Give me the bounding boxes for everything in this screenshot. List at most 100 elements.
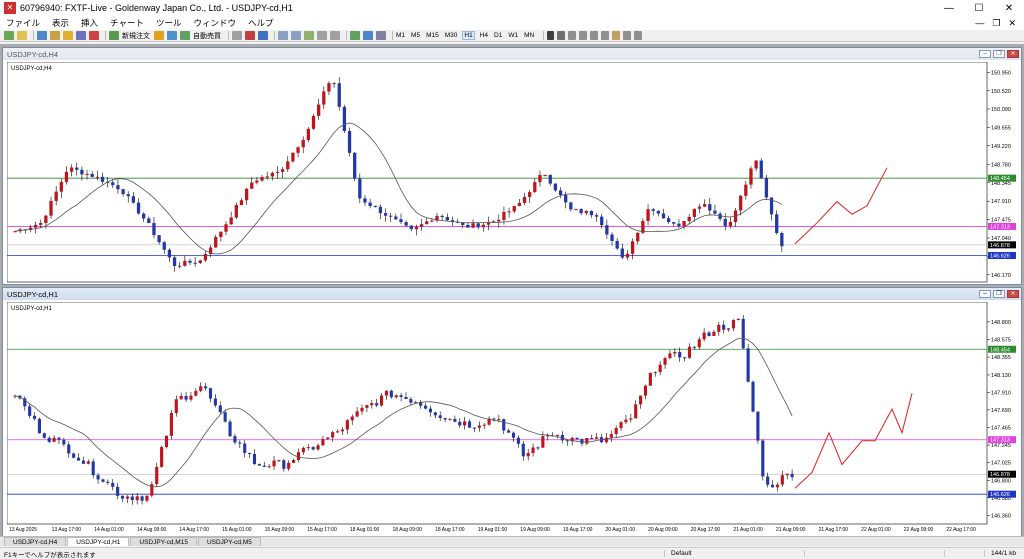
- vertical-line-icon[interactable]: [568, 31, 577, 40]
- signals-icon[interactable]: [167, 31, 177, 40]
- zoom-out-icon[interactable]: [291, 31, 301, 40]
- terminal-window-icon[interactable]: [76, 31, 86, 40]
- meta-editor-icon[interactable]: [154, 31, 164, 40]
- candle: [243, 443, 247, 453]
- candle: [625, 253, 630, 258]
- minimize-button[interactable]: —: [934, 3, 964, 14]
- menu-file[interactable]: ファイル: [6, 17, 40, 29]
- candle: [121, 189, 125, 195]
- menu-window[interactable]: ウィンドウ: [193, 17, 236, 29]
- price-label: 148.355: [991, 355, 1011, 361]
- h1-close-button[interactable]: ✕: [1007, 290, 1019, 298]
- text-tool-icon[interactable]: [623, 31, 632, 40]
- time-label: 15 Aug 17:00: [307, 527, 337, 533]
- bar-chart-icon[interactable]: [232, 31, 242, 40]
- tab-usdjpy-m5[interactable]: USDJPY-cd,M5: [197, 537, 261, 546]
- menu-tools[interactable]: ツール: [156, 17, 182, 29]
- plot-frame: [7, 62, 988, 283]
- chart-window-h4-caption[interactable]: USDJPY-cd,H4 – ❐ ✕: [3, 48, 1021, 60]
- trendline-icon[interactable]: [590, 31, 599, 40]
- mdi-minimize-button[interactable]: —: [975, 18, 984, 29]
- profiles-icon[interactable]: [17, 31, 27, 40]
- autoscroll-icon[interactable]: [317, 31, 327, 40]
- mdi-close-button[interactable]: ✕: [1008, 18, 1016, 29]
- arrows-icon[interactable]: [634, 31, 643, 40]
- time-label: 14 Aug 17:00: [179, 527, 209, 533]
- line-chart-icon[interactable]: [258, 31, 268, 40]
- chart-window-h4[interactable]: USDJPY-cd,H4 – ❐ ✕ USDJPY-cd,H4 150.950 15…: [2, 47, 1022, 285]
- candle: [252, 453, 257, 465]
- candle: [169, 413, 173, 436]
- tf-m30[interactable]: M30: [445, 32, 458, 39]
- tf-w1[interactable]: W1: [508, 32, 518, 39]
- channel-icon[interactable]: [601, 31, 610, 40]
- tf-h1[interactable]: H1: [462, 31, 475, 40]
- auto-trade-button[interactable]: 自動売買: [193, 31, 221, 41]
- tf-m15[interactable]: M15: [426, 32, 439, 39]
- h4-restore-button[interactable]: ❐: [993, 50, 1005, 58]
- candle: [682, 221, 686, 227]
- menu-chart[interactable]: チャート: [110, 17, 144, 29]
- candle: [64, 171, 69, 182]
- mdi-restore-button[interactable]: ❐: [992, 18, 1000, 29]
- fibonacci-icon[interactable]: [612, 31, 621, 40]
- tab-usdjpy-m15[interactable]: USDJPY-cd,M15: [130, 537, 197, 546]
- candle: [37, 418, 42, 434]
- auto-trade-icon[interactable]: [180, 31, 190, 40]
- candle: [287, 462, 291, 469]
- new-order-button[interactable]: 新規注文: [122, 31, 150, 41]
- h4-close-button[interactable]: ✕: [1007, 50, 1019, 58]
- h1-minimize-button[interactable]: –: [979, 290, 991, 298]
- candle: [569, 202, 573, 210]
- candle: [564, 194, 568, 203]
- new-chart-icon[interactable]: [4, 31, 14, 40]
- candle: [204, 386, 208, 389]
- maximize-button[interactable]: ☐: [964, 3, 994, 14]
- candle: [702, 332, 706, 340]
- templates-icon[interactable]: [376, 31, 386, 40]
- candle: [749, 168, 753, 185]
- candle: [541, 436, 545, 448]
- candle: [311, 447, 315, 450]
- h4-price-chart[interactable]: USDJPY-cd,H4 150.950 150.520 150.090 149.655…: [7, 62, 1019, 284]
- chart-shift-icon[interactable]: [330, 31, 340, 40]
- new-order-icon[interactable]: [109, 31, 119, 40]
- candle: [296, 452, 301, 461]
- tab-usdjpy-h4[interactable]: USDJPY-cd,H4: [4, 537, 67, 546]
- symbol-label: USDJPY-cd,H4: [11, 66, 52, 72]
- crosshair-icon[interactable]: [557, 31, 566, 40]
- tab-usdjpy-h1[interactable]: USDJPY-cd,H1: [67, 537, 130, 546]
- tile-windows-icon[interactable]: [304, 31, 314, 40]
- candle: [394, 395, 398, 398]
- candle: [536, 447, 540, 449]
- tf-d1[interactable]: D1: [494, 32, 502, 39]
- zoom-in-icon[interactable]: [278, 31, 288, 40]
- chart-window-h1[interactable]: USDJPY-cd,H1 – ❐ ✕ USDJPY-cd,H1 148.800 14…: [2, 287, 1022, 537]
- tf-h4[interactable]: H4: [480, 32, 488, 39]
- tf-m1[interactable]: M1: [396, 32, 405, 39]
- cursor-icon[interactable]: [547, 31, 555, 40]
- menu-insert[interactable]: 挿入: [81, 17, 98, 29]
- tf-m5[interactable]: M5: [411, 32, 420, 39]
- h1-price-chart[interactable]: USDJPY-cd,H1 148.800 148.575 148.355 148.130…: [7, 302, 1019, 536]
- menu-view[interactable]: 表示: [52, 17, 69, 29]
- periods-icon[interactable]: [363, 31, 373, 40]
- candle: [620, 248, 624, 258]
- navigator-icon[interactable]: [63, 31, 73, 40]
- candle: [531, 447, 535, 454]
- candle: [477, 425, 481, 428]
- horizontal-line-icon[interactable]: [579, 31, 588, 40]
- h1-restore-button[interactable]: ❐: [993, 290, 1005, 298]
- candle: [723, 218, 727, 226]
- close-button[interactable]: ✕: [994, 3, 1024, 14]
- chart-window-h1-caption[interactable]: USDJPY-cd,H1 – ❐ ✕: [3, 288, 1021, 300]
- strategy-tester-icon[interactable]: [89, 31, 99, 40]
- indicators-icon[interactable]: [350, 31, 360, 40]
- market-watch-icon[interactable]: [37, 31, 47, 40]
- candlestick-icon[interactable]: [245, 31, 255, 40]
- tf-mn[interactable]: MN: [524, 32, 534, 39]
- h4-minimize-button[interactable]: –: [979, 50, 991, 58]
- candle: [433, 412, 437, 416]
- data-window-icon[interactable]: [50, 31, 60, 40]
- menu-help[interactable]: ヘルプ: [248, 17, 274, 29]
